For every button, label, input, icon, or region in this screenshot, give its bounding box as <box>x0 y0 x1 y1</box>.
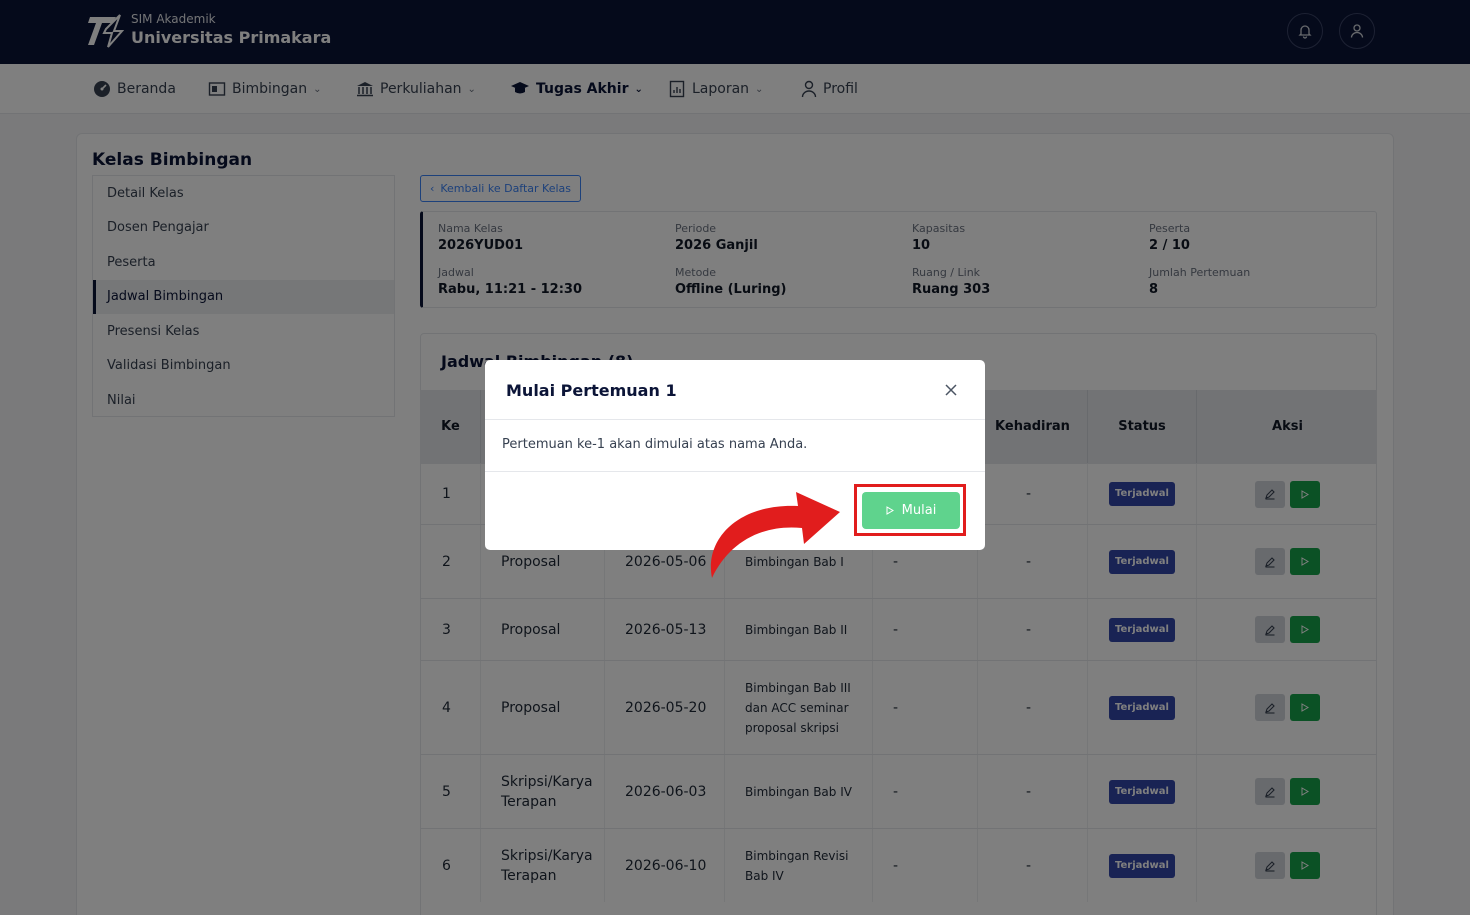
modal-divider <box>485 419 985 420</box>
modal-body-text: Pertemuan ke-1 akan dimulai atas nama An… <box>502 437 808 452</box>
modal-close-button[interactable] <box>941 380 961 400</box>
modal-title: Mulai Pertemuan 1 <box>506 381 677 400</box>
annotation-arrow-icon <box>710 492 840 578</box>
close-icon <box>945 384 957 396</box>
highlight-box <box>854 484 966 536</box>
